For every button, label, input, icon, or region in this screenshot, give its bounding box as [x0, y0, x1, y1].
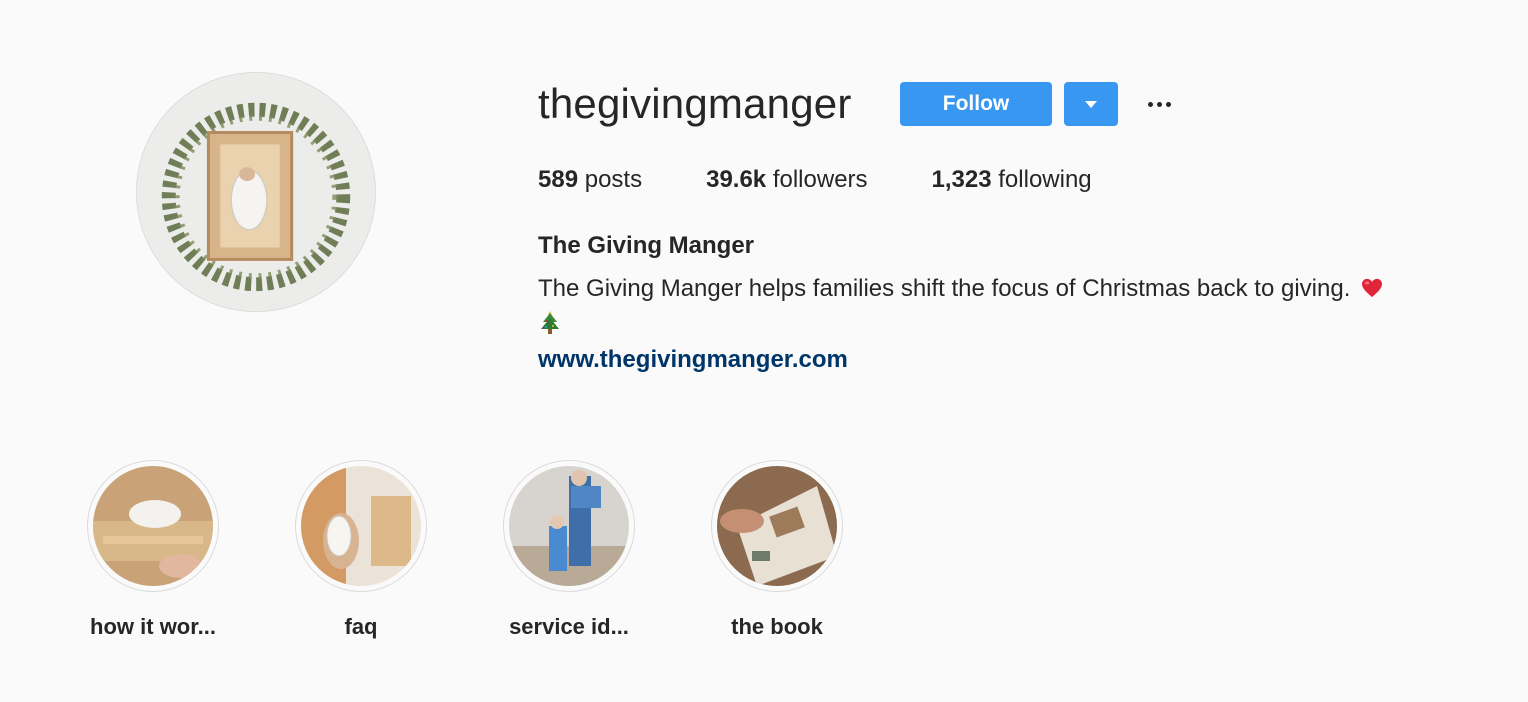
- suggestions-dropdown-button[interactable]: [1064, 82, 1118, 126]
- highlight-cover-image: [509, 466, 629, 586]
- profile-username: thegivingmanger: [538, 80, 852, 127]
- caret-down-icon: [1085, 100, 1097, 108]
- highlight-cover-image: [717, 466, 837, 586]
- profile-stats: 589 posts 39.6k followers 1,323 followin…: [538, 166, 1156, 194]
- story-highlight[interactable]: faq: [294, 460, 428, 640]
- story-highlight[interactable]: service id...: [502, 460, 636, 640]
- followers-link[interactable]: 39.6k followers: [706, 166, 867, 194]
- profile-bio: The Giving Manger helps families shift t…: [538, 270, 1498, 336]
- posts-count: 589 posts: [538, 166, 643, 193]
- following-link[interactable]: 1,323 following: [932, 166, 1092, 194]
- highlight-label: the book: [731, 614, 823, 639]
- highlight-label: service id...: [509, 614, 629, 639]
- highlight-cover-image: [301, 466, 421, 586]
- story-highlight[interactable]: how it wor...: [86, 460, 220, 640]
- profile-website-link[interactable]: www.thegivingmanger.com: [538, 346, 848, 374]
- profile-full-name: The Giving Manger: [538, 232, 755, 259]
- follow-button[interactable]: Follow: [900, 82, 1052, 126]
- red-heart-icon: [1362, 278, 1383, 298]
- avatar-image: [137, 73, 375, 311]
- profile-avatar[interactable]: [136, 72, 376, 312]
- highlight-label: how it wor...: [90, 614, 216, 639]
- options-button[interactable]: [1140, 90, 1178, 118]
- bio-text: The Giving Manger helps families shift t…: [538, 275, 1351, 302]
- highlight-cover-image: [93, 466, 213, 586]
- highlight-label: faq: [344, 614, 378, 639]
- christmas-tree-icon: [541, 311, 559, 334]
- story-highlight[interactable]: the book: [710, 460, 844, 640]
- ellipsis-icon: [1147, 101, 1153, 107]
